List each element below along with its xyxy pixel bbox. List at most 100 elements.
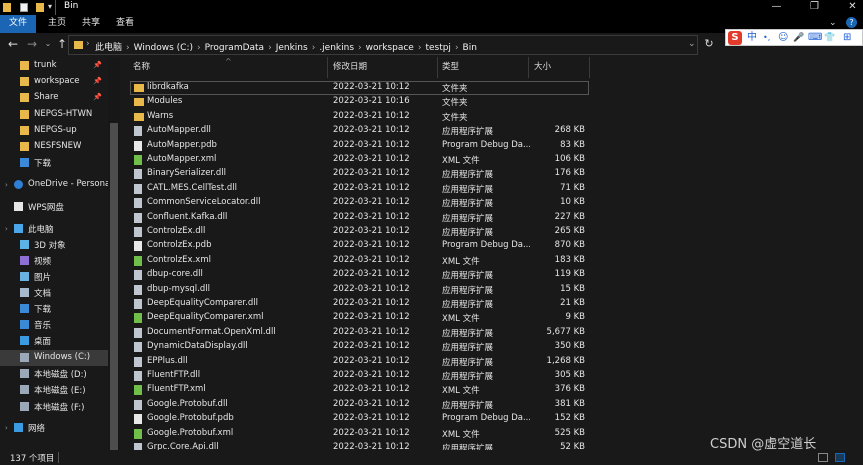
table-row[interactable]: AutoMapper.pdb 2022-03-21 10:12 Program De… <box>121 139 863 153</box>
sidebar-item[interactable]: OneDrive - Personal <box>0 177 113 193</box>
sidebar-item[interactable]: NEPGS-HTWN <box>0 107 108 123</box>
minimize-button[interactable]: — <box>759 0 794 15</box>
crumb-testpj[interactable]: testpj <box>425 43 451 53</box>
table-row[interactable]: librdkafka 2022-03-21 10:12 文件夹 <box>121 81 863 95</box>
tab-home[interactable]: 主页 <box>40 15 74 33</box>
crumb-dot-jenkins[interactable]: .jenkins <box>319 43 354 53</box>
sidebar-item[interactable]: 3D 对象 <box>0 237 108 253</box>
download-icon <box>20 304 29 313</box>
expand-chevron-icon[interactable]: › <box>5 181 8 189</box>
properties-icon[interactable] <box>20 3 28 12</box>
crumb-this-pc[interactable]: 此电脑 <box>95 43 122 53</box>
sidebar-item[interactable]: 网络 <box>0 420 108 436</box>
ime-punct[interactable]: •, <box>763 31 770 45</box>
sidebar-scrollbar[interactable] <box>108 57 120 453</box>
up-button[interactable]: ↑ <box>55 37 69 51</box>
crumb-drive-c[interactable]: Windows (C:) <box>134 43 193 53</box>
column-divider[interactable] <box>589 57 590 78</box>
recent-dropdown-icon[interactable]: ⌄ <box>41 37 55 51</box>
table-row[interactable]: ControlzEx.xml 2022-03-21 10:12 XML 文件 183 … <box>121 254 863 268</box>
sogou-logo-icon[interactable]: S <box>728 31 742 45</box>
table-row[interactable]: dbup-core.dll 2022-03-21 10:12 应用程序扩展 119 K… <box>121 268 863 282</box>
column-header-name[interactable]: 名称 <box>133 60 150 78</box>
sidebar-item[interactable]: NESFSNEW <box>0 139 108 155</box>
ime-mode[interactable]: 中 <box>747 31 757 45</box>
address-bar[interactable]: › 此电脑 › Windows (C:) › ProgramData › Jenkins ›.… <box>68 35 698 55</box>
help-icon[interactable]: ? <box>846 17 857 28</box>
sidebar-item[interactable]: trunk 📌 <box>0 58 108 74</box>
sidebar-item[interactable]: 本地磁盘 (E:) <box>0 382 108 398</box>
table-row[interactable]: FluentFTP.dll 2022-03-21 10:12 应用程序扩展 305 K… <box>121 369 863 383</box>
sidebar-item[interactable]: 文档 <box>0 285 108 301</box>
ime-toolbar[interactable]: S 中 •, ☺ 🎤 ⌨ 👕 ⊞ <box>725 29 863 46</box>
table-row[interactable]: AutoMapper.xml 2022-03-21 10:12 XML 文件 106 … <box>121 153 863 167</box>
table-row[interactable]: Modules 2022-03-21 10:16 文件夹 <box>121 95 863 109</box>
tab-view[interactable]: 查看 <box>108 15 142 33</box>
back-button[interactable]: ← <box>6 37 20 51</box>
large-icons-view-icon[interactable] <box>835 453 845 462</box>
table-row[interactable]: AutoMapper.dll 2022-03-21 10:12 应用程序扩展 268 … <box>121 124 863 138</box>
table-row[interactable]: Confluent.Kafka.dll 2022-03-21 10:12 应用程序扩… <box>121 211 863 225</box>
sidebar-item[interactable]: 下载 <box>0 155 108 171</box>
sidebar-item[interactable]: 此电脑 <box>0 221 108 237</box>
cell-date: 2022-03-21 10:12 <box>333 139 410 150</box>
column-divider[interactable] <box>437 57 438 78</box>
column-divider[interactable] <box>327 57 328 78</box>
address-dropdown-icon[interactable]: ⌄ <box>688 39 696 49</box>
column-divider[interactable] <box>528 57 529 78</box>
sidebar-item[interactable]: workspace 📌 <box>0 74 108 90</box>
qat-dropdown-icon[interactable]: ▾ <box>48 2 52 11</box>
sidebar-item[interactable]: 音乐 <box>0 317 108 333</box>
close-button[interactable]: ✕ <box>835 0 863 15</box>
table-row[interactable]: CATL.MES.CellTest.dll 2022-03-21 10:12 应用程… <box>121 182 863 196</box>
sidebar-item[interactable]: WPS网盘 <box>0 199 108 215</box>
sidebar-item[interactable]: 本地磁盘 (D:) <box>0 366 108 382</box>
sidebar-item[interactable]: NEPGS-up <box>0 123 108 139</box>
table-row[interactable]: EPPlus.dll 2022-03-21 10:12 应用程序扩展 1,268 KB <box>121 355 863 369</box>
table-row[interactable]: DeepEqualityComparer.xml 2022-03-21 10:12… <box>121 311 863 325</box>
column-header-date[interactable]: 修改日期 <box>333 60 367 78</box>
sidebar-item[interactable]: 本地磁盘 (F:) <box>0 399 108 415</box>
expand-ribbon-icon[interactable]: ⌄ <box>829 18 837 28</box>
ime-keyboard-icon[interactable]: ⌨ <box>808 31 822 45</box>
table-row[interactable]: Google.Protobuf.pdb 2022-03-21 10:12 Progr… <box>121 412 863 426</box>
table-row[interactable]: ControlzEx.dll 2022-03-21 10:12 应用程序扩展 265 … <box>121 225 863 239</box>
table-row[interactable]: Google.Protobuf.dll 2022-03-21 10:12 应用程序扩… <box>121 398 863 412</box>
crumb-workspace[interactable]: workspace <box>366 43 414 53</box>
table-row[interactable]: DocumentFormat.OpenXml.dll 2022-03-21 10:… <box>121 326 863 340</box>
table-row[interactable]: DeepEqualityComparer.dll 2022-03-21 10:12… <box>121 297 863 311</box>
expand-chevron-icon[interactable]: › <box>5 424 8 432</box>
ime-voice-icon[interactable]: 🎤 <box>793 31 804 45</box>
forward-button[interactable]: → <box>25 37 39 51</box>
sidebar-scroll-thumb[interactable] <box>110 123 118 453</box>
cell-date: 2022-03-21 10:12 <box>333 240 410 251</box>
tab-file[interactable]: 文件 <box>0 15 36 33</box>
sidebar-item[interactable]: 下载 <box>0 301 108 317</box>
maximize-button[interactable]: ❐ <box>797 0 832 15</box>
table-row[interactable]: FluentFTP.xml 2022-03-21 10:12 XML 文件 376 K… <box>121 383 863 397</box>
details-view-icon[interactable] <box>818 453 828 462</box>
table-row[interactable]: CommonServiceLocator.dll 2022-03-21 10:12… <box>121 196 863 210</box>
tab-share[interactable]: 共享 <box>74 15 108 33</box>
sidebar-item[interactable]: 视频 <box>0 253 108 269</box>
table-row[interactable]: DynamicDataDisplay.dll 2022-03-21 10:12 应用… <box>121 340 863 354</box>
table-row[interactable]: BinarySerializer.dll 2022-03-21 10:12 应用程序… <box>121 167 863 181</box>
ime-menu-icon[interactable]: ⊞ <box>843 31 851 45</box>
sidebar-item[interactable]: 桌面 <box>0 333 108 349</box>
new-folder-icon[interactable] <box>36 3 44 12</box>
crumb-programdata[interactable]: ProgramData <box>205 43 264 53</box>
expand-chevron-icon[interactable]: › <box>5 225 8 233</box>
sidebar-item[interactable]: Share 📌 <box>0 90 108 106</box>
sidebar-item[interactable]: Windows (C:) <box>0 350 108 366</box>
table-row[interactable]: ControlzEx.pdb 2022-03-21 10:12 Program De… <box>121 239 863 253</box>
table-row[interactable]: Warns 2022-03-21 10:12 文件夹 <box>121 110 863 124</box>
crumb-bin[interactable]: Bin <box>463 43 477 53</box>
ime-skin-icon[interactable]: 👕 <box>824 31 835 45</box>
column-header-size[interactable]: 大小 <box>534 60 551 78</box>
sidebar-item[interactable]: 图片 <box>0 269 108 285</box>
crumb-jenkins[interactable]: Jenkins <box>276 43 308 53</box>
table-row[interactable]: dbup-mysql.dll 2022-03-21 10:12 应用程序扩展 15 K… <box>121 283 863 297</box>
refresh-icon[interactable]: ↻ <box>702 37 716 51</box>
ime-emoji-icon[interactable]: ☺ <box>778 31 788 45</box>
column-header-type[interactable]: 类型 <box>442 60 459 78</box>
